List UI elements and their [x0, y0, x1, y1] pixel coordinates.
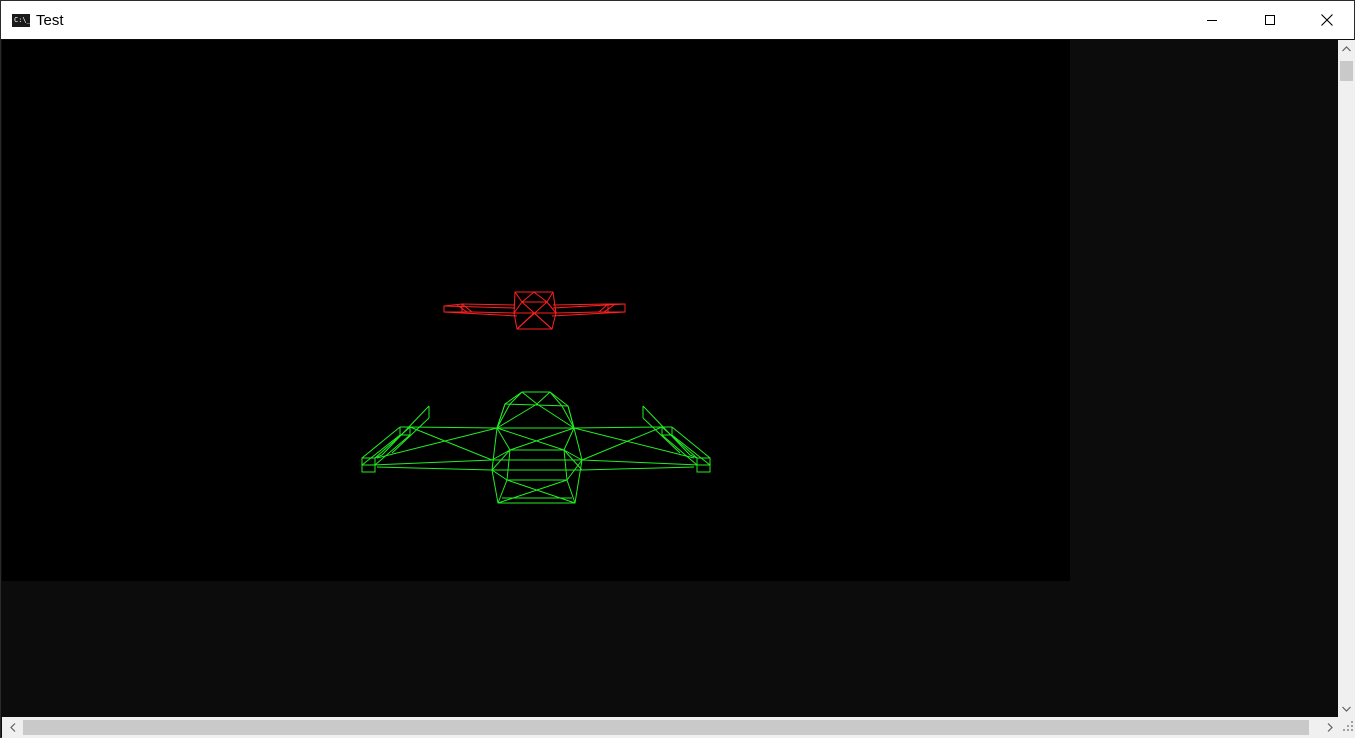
player-ship: [361, 391, 711, 504]
scroll-right-arrow-icon[interactable]: [1321, 719, 1338, 736]
maximize-button[interactable]: [1241, 1, 1299, 39]
console-icon[interactable]: C:\_: [12, 14, 31, 27]
horizontal-scrollbar[interactable]: [2, 717, 1338, 738]
title-bar[interactable]: C:\_ Test: [1, 1, 1354, 39]
close-icon: [1320, 14, 1333, 26]
scroll-up-arrow-icon[interactable]: [1338, 40, 1355, 57]
scroll-down-arrow-icon[interactable]: [1338, 700, 1355, 717]
console-window: C:\_ Test: [0, 0, 1355, 738]
enemy-ship: [443, 291, 626, 330]
wireframe-scene: [361, 291, 711, 504]
vertical-scroll-thumb[interactable]: [1340, 61, 1353, 81]
window-title: Test: [36, 12, 64, 29]
scroll-left-arrow-icon[interactable]: [4, 719, 21, 736]
game-viewport[interactable]: [2, 40, 1070, 581]
console-icon-label: C:\_: [14, 16, 31, 24]
scrollbar-corner: [1338, 717, 1355, 738]
horizontal-scroll-thumb[interactable]: [23, 720, 1309, 735]
vertical-scrollbar[interactable]: [1338, 40, 1355, 717]
maximize-icon: [1265, 15, 1275, 25]
resize-grip-icon[interactable]: [1343, 718, 1353, 736]
minimize-icon: [1207, 19, 1217, 21]
close-button[interactable]: [1299, 1, 1354, 39]
minimize-button[interactable]: [1183, 1, 1241, 39]
